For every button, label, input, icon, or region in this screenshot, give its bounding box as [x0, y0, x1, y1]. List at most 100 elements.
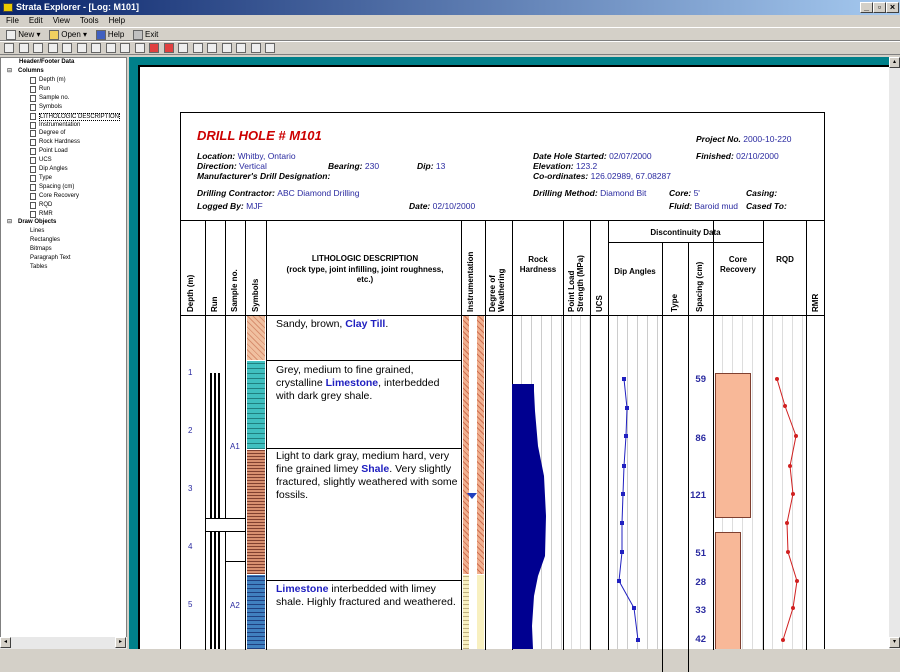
move-icon[interactable]	[134, 43, 145, 53]
symbol-limestone	[247, 361, 265, 449]
restore-button[interactable]: ▫	[873, 2, 886, 13]
col-depth: Depth (m)	[186, 274, 195, 312]
expand-icon[interactable]: ⊟	[7, 218, 12, 225]
open-button[interactable]: Open ▾	[47, 29, 87, 40]
symbol-limestone-shale	[247, 575, 265, 649]
new-button[interactable]: New ▾	[4, 29, 41, 40]
tree-column-item[interactable]: LITHOLOGIC DESCRIPTION	[39, 112, 121, 121]
tree-draw-item[interactable]: Bitmaps	[30, 246, 52, 252]
undo-icon[interactable]	[62, 43, 73, 53]
tree-root[interactable]: Header/Footer Data	[19, 59, 74, 65]
pointload-grid	[563, 316, 590, 649]
tree-column-item[interactable]: RQD	[39, 202, 52, 208]
column-item-icon	[30, 103, 36, 111]
minimize-button[interactable]: _	[860, 2, 873, 13]
tree-column-item[interactable]: Symbols	[39, 104, 62, 110]
weathering-bar	[477, 316, 484, 574]
tree-column-item[interactable]: Core Recovery	[39, 193, 79, 199]
print-icon[interactable]	[47, 43, 58, 53]
col-point-load: Point Load Strength (MPa)	[567, 255, 585, 312]
line-icon[interactable]	[221, 43, 232, 53]
menu-help[interactable]: Help	[109, 16, 125, 25]
save-icon[interactable]	[18, 43, 29, 53]
run-bar-center	[214, 373, 216, 649]
tree-draw-item[interactable]: Tables	[30, 264, 47, 270]
litho-description: Light to dark gray, medium hard, very fi…	[276, 450, 458, 501]
grid-line	[485, 220, 486, 650]
column-item-icon	[30, 112, 36, 120]
tree-draw-item[interactable]: Rectangles	[30, 237, 60, 243]
menu-file[interactable]: File	[6, 16, 19, 25]
zoom-out-icon[interactable]	[91, 43, 102, 53]
tree-draw-item[interactable]: Paragraph Text	[30, 255, 71, 261]
menu-view[interactable]: View	[53, 16, 70, 25]
bitmap-icon[interactable]	[265, 43, 276, 53]
logged-by: Logged By: MJF	[197, 201, 263, 211]
casing: Casing:	[746, 188, 778, 198]
scroll-down-icon[interactable]: ▾	[889, 637, 900, 648]
vertical-scrollbar[interactable]: ▴ ▾	[889, 57, 900, 649]
scroll-left-icon[interactable]: ◂	[0, 637, 11, 648]
close-button[interactable]: ×	[886, 2, 899, 13]
tree-column-item[interactable]: Depth (m)	[39, 77, 66, 83]
arrow-down-icon[interactable]	[163, 43, 174, 53]
tree-column-item[interactable]: Spacing (cm)	[39, 184, 74, 190]
tree-columns[interactable]: Columns	[18, 68, 44, 74]
recovery-bar	[715, 373, 751, 518]
col-litho-title: LITHOLOGIC DESCRIPTION	[311, 254, 419, 263]
tree-column-item[interactable]: Type	[39, 175, 52, 181]
grid-line	[662, 242, 663, 672]
exit-icon	[132, 30, 143, 40]
menu-tools[interactable]: Tools	[80, 16, 99, 25]
grid-icon[interactable]	[192, 43, 203, 53]
pointer-icon[interactable]	[250, 43, 261, 53]
menu-edit[interactable]: Edit	[29, 16, 43, 25]
help-button[interactable]: Help	[94, 29, 124, 40]
exit-button[interactable]: Exit	[131, 29, 158, 40]
spacing-value: 51	[695, 548, 706, 559]
column-item-icon	[30, 130, 36, 138]
tree-draw-objects[interactable]: Draw Objects	[18, 219, 56, 225]
text-icon[interactable]	[207, 43, 218, 53]
arrow-up-icon[interactable]	[149, 43, 160, 53]
spacing-value: 59	[695, 374, 706, 385]
scroll-up-icon[interactable]: ▴	[889, 57, 900, 68]
sample-label: A1	[230, 442, 240, 451]
spacing-value: 28	[695, 577, 706, 588]
location: Location: Whitby, Ontario	[197, 151, 296, 161]
drill-designation: Manufacturer's Drill Designation:	[197, 171, 331, 181]
tree-column-item[interactable]: Dip Angles	[39, 166, 68, 172]
tree-draw-item[interactable]: Lines	[30, 228, 44, 234]
save-all-icon[interactable]	[33, 43, 44, 53]
rqd-points	[775, 377, 799, 642]
tree-column-item[interactable]: Run	[39, 86, 50, 92]
tree-column-item[interactable]: Point Load	[39, 148, 68, 154]
grid-line	[266, 220, 267, 650]
expand-icon[interactable]: ⊟	[7, 67, 12, 74]
tree-column-item[interactable]: Rock Hardness	[39, 139, 80, 145]
tree-column-item[interactable]: RMR	[39, 211, 53, 217]
open-icon[interactable]	[4, 43, 14, 53]
log-date: Date: 02/10/2000	[409, 201, 476, 211]
tree-column-item[interactable]: Instrumentation	[39, 122, 80, 128]
zoom-in-icon[interactable]	[76, 43, 87, 53]
col-spacing: Spacing (cm)	[695, 261, 704, 312]
scroll-right-icon[interactable]: ▸	[115, 637, 126, 648]
tree-column-item[interactable]: UCS	[39, 157, 52, 163]
tree-horizontal-scrollbar[interactable]: ◂ ▸	[0, 637, 127, 649]
zoom-fit-icon[interactable]	[105, 43, 116, 53]
discontinuity-divider	[608, 242, 763, 243]
litho-description: Sandy, brown, Clay Till.	[276, 318, 389, 330]
col-recovery: Core Recovery	[719, 255, 757, 274]
direction: Direction: Vertical	[197, 161, 267, 171]
tree-panel: Header/Footer Data ⊟ Columns Depth (m) Ru…	[0, 57, 127, 649]
tree-column-item[interactable]: Degree of	[39, 130, 65, 136]
tree-column-item[interactable]: Sample no.	[39, 95, 69, 101]
copy-icon[interactable]	[120, 43, 131, 53]
col-instrumentation: Instrumentation	[466, 251, 475, 312]
rectangle-icon[interactable]	[236, 43, 247, 53]
table-icon[interactable]	[178, 43, 189, 53]
instrumentation-screen	[463, 575, 469, 649]
window-title: Strata Explorer - [Log: M101]	[16, 2, 140, 12]
table-top-border	[180, 220, 825, 221]
